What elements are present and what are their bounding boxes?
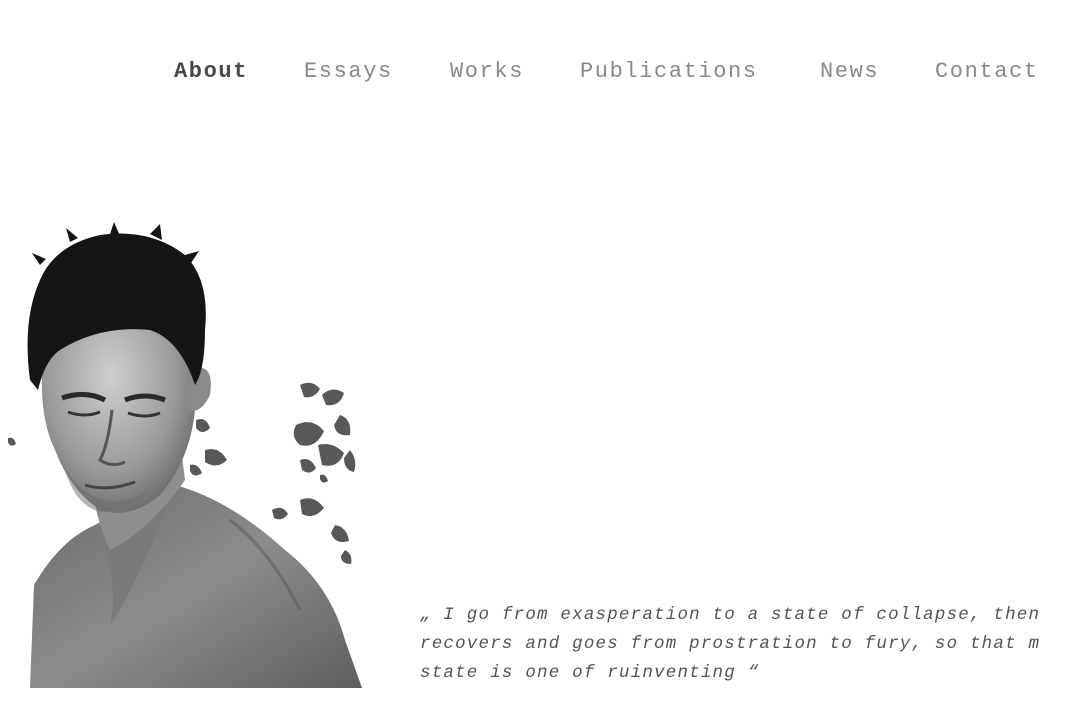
- nav-item-essays[interactable]: Essays: [304, 56, 393, 88]
- nav-item-about[interactable]: About: [174, 56, 248, 88]
- quote-line-1: „ I go from exasperation to a state of c…: [420, 605, 1041, 625]
- nav-item-publications[interactable]: Publications: [580, 56, 758, 88]
- quote-line-2: recovers and goes from prostration to fu…: [420, 634, 1041, 654]
- nav-item-works[interactable]: Works: [450, 56, 524, 88]
- main-nav: About Essays Works Publications News Con…: [0, 56, 1086, 88]
- nav-item-contact[interactable]: Contact: [935, 56, 1039, 88]
- artist-portrait: [0, 220, 385, 688]
- nav-item-news[interactable]: News: [820, 56, 879, 88]
- artist-quote: „ I go from exasperation to a state of c…: [420, 601, 1086, 688]
- quote-line-3: state is one of ruinventing “: [420, 663, 760, 683]
